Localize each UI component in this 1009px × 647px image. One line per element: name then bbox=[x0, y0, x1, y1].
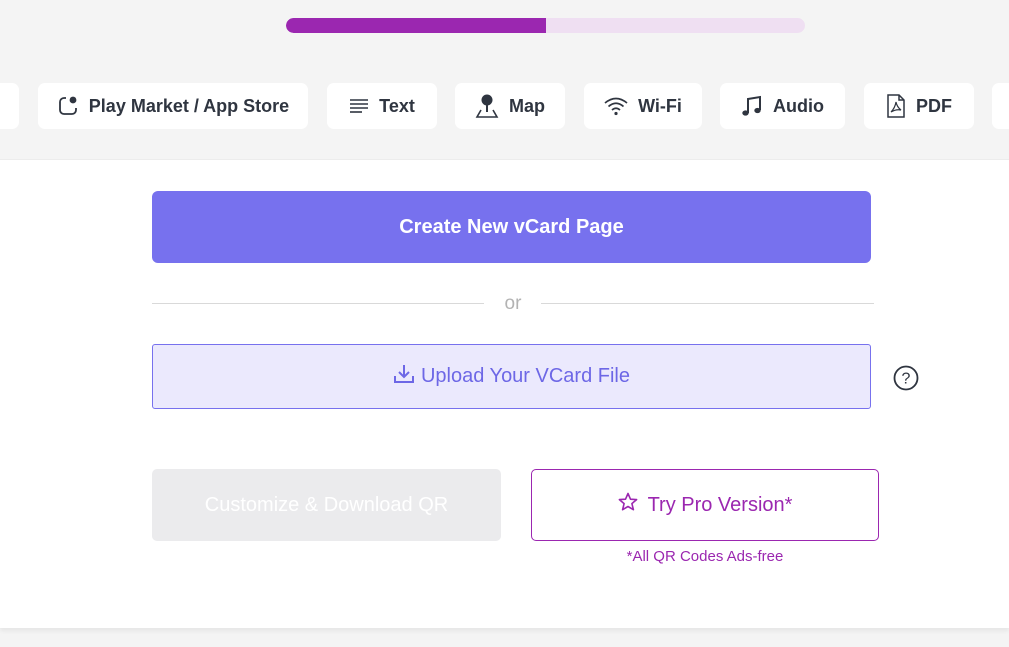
qr-type-tabs: Play Market / App Store Text Map Wi-Fi A… bbox=[0, 83, 1009, 129]
tab-label: PDF bbox=[916, 95, 952, 116]
tab-wifi[interactable]: Wi-Fi bbox=[584, 83, 702, 129]
tab-label: Map bbox=[509, 95, 545, 116]
pro-label: Try Pro Version* bbox=[647, 493, 793, 516]
tab-label: Audio bbox=[773, 95, 824, 116]
music-note-icon bbox=[741, 95, 763, 117]
tab-label: Play Market / App Store bbox=[88, 95, 290, 116]
tab-partial-right[interactable] bbox=[992, 83, 1009, 129]
text-lines-icon bbox=[349, 97, 369, 115]
tab-partial-left[interactable] bbox=[0, 83, 19, 129]
pdf-icon bbox=[886, 94, 906, 118]
progress-bar bbox=[286, 18, 805, 33]
divider-left bbox=[152, 303, 484, 304]
customize-download-qr-button[interactable]: Customize & Download QR bbox=[152, 469, 501, 541]
app-store-icon bbox=[57, 95, 79, 117]
tab-text[interactable]: Text bbox=[327, 83, 437, 129]
tab-pdf[interactable]: PDF bbox=[864, 83, 974, 129]
map-pin-icon bbox=[475, 93, 499, 119]
tab-map[interactable]: Map bbox=[455, 83, 565, 129]
wifi-icon bbox=[604, 96, 628, 116]
try-pro-version-button[interactable]: Try Pro Version* bbox=[531, 469, 879, 541]
upload-vcard-file-button[interactable]: Upload Your VCard File bbox=[152, 344, 871, 409]
tab-play-market-app-store[interactable]: Play Market / App Store bbox=[38, 83, 308, 129]
upload-label: Upload Your VCard File bbox=[420, 365, 630, 387]
tab-label: Wi-Fi bbox=[638, 95, 682, 116]
download-icon bbox=[393, 363, 415, 391]
tab-audio[interactable]: Audio bbox=[720, 83, 845, 129]
or-separator: or bbox=[504, 293, 522, 314]
star-icon bbox=[618, 492, 638, 518]
tab-label: Text bbox=[379, 95, 415, 116]
create-vcard-page-button[interactable]: Create New vCard Page bbox=[152, 191, 871, 263]
pro-note: *All QR Codes Ads-free bbox=[626, 548, 784, 565]
divider-right bbox=[541, 303, 874, 304]
progress-fill bbox=[286, 18, 546, 33]
help-icon[interactable]: ? bbox=[893, 365, 919, 391]
help-icon-glyph: ? bbox=[902, 371, 911, 388]
main-panel: Create New vCard Page or Upload Your VCa… bbox=[0, 159, 1009, 628]
